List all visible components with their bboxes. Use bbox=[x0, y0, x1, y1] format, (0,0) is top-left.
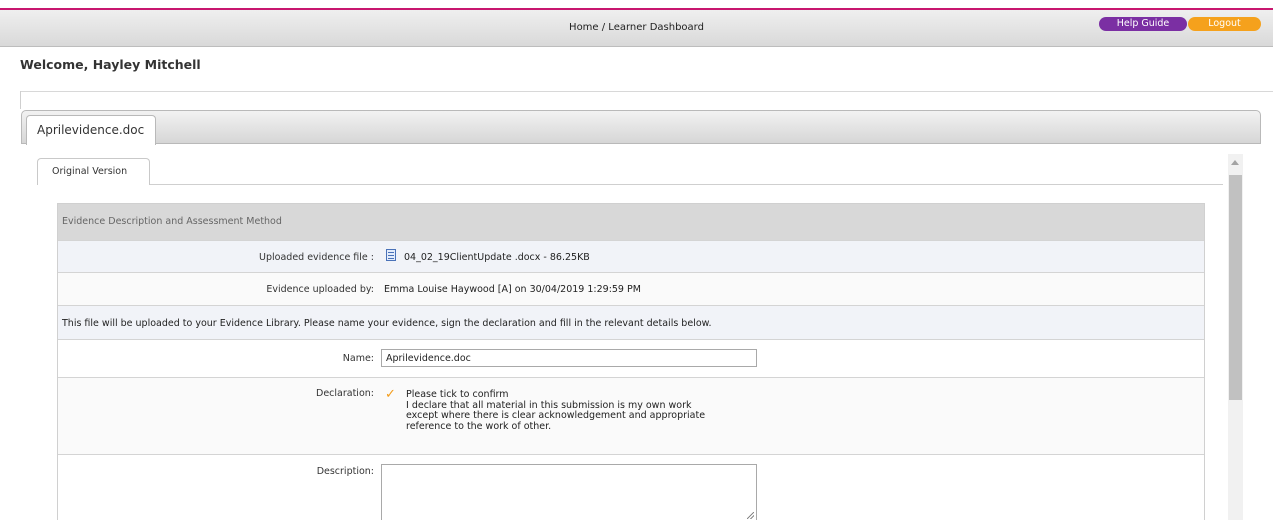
description-textarea[interactable] bbox=[381, 464, 757, 520]
uploaded-by-row: Evidence uploaded by: Emma Louise Haywoo… bbox=[58, 272, 1204, 305]
declaration-label: Declaration: bbox=[316, 388, 374, 399]
declaration-text: Please tick to confirm I declare that al… bbox=[406, 389, 706, 432]
divider bbox=[150, 184, 1223, 185]
document-tab-bar bbox=[21, 110, 1261, 144]
breadcrumb[interactable]: Home / Learner Dashboard bbox=[0, 22, 1273, 33]
scrollbar-thumb[interactable] bbox=[1229, 175, 1242, 400]
declaration-line: except where there is clear acknowledgem… bbox=[406, 410, 706, 421]
uploaded-file-row: Uploaded evidence file : 04_02_19ClientU… bbox=[58, 240, 1204, 272]
info-row: This file will be uploaded to your Evide… bbox=[58, 305, 1204, 339]
uploaded-file-link[interactable]: 04_02_19ClientUpdate .docx - 86.25KB bbox=[404, 252, 590, 263]
resize-handle-icon[interactable] bbox=[747, 512, 754, 519]
info-text: This file will be uploaded to your Evide… bbox=[62, 318, 712, 329]
top-navigation-bar: Home / Learner Dashboard Help Guide Logo… bbox=[0, 8, 1273, 47]
name-input[interactable] bbox=[381, 349, 757, 367]
welcome-message: Welcome, Hayley Mitchell bbox=[20, 57, 201, 72]
description-row: Description: bbox=[58, 454, 1204, 520]
help-guide-button[interactable]: Help Guide bbox=[1099, 17, 1187, 31]
declaration-line: reference to the work of other. bbox=[406, 420, 552, 432]
name-label: Name: bbox=[342, 353, 374, 364]
uploaded-by-value: Emma Louise Haywood [A] on 30/04/2019 1:… bbox=[384, 284, 641, 295]
uploaded-file-label: Uploaded evidence file : bbox=[259, 252, 374, 263]
declaration-checkbox[interactable]: ✓ bbox=[385, 388, 397, 401]
document-icon bbox=[386, 249, 396, 261]
scroll-up-arrow-icon[interactable] bbox=[1231, 160, 1239, 165]
divider bbox=[20, 91, 21, 109]
tab-original-version[interactable]: Original Version bbox=[37, 158, 150, 185]
divider bbox=[20, 91, 1273, 92]
uploaded-by-label: Evidence uploaded by: bbox=[266, 284, 374, 295]
description-label: Description: bbox=[316, 466, 374, 477]
declaration-row: Declaration: ✓ Please tick to confirm I … bbox=[58, 377, 1204, 454]
declaration-line: Please tick to confirm bbox=[406, 389, 509, 400]
logout-button[interactable]: Logout bbox=[1188, 17, 1261, 31]
evidence-form: Evidence Description and Assessment Meth… bbox=[57, 203, 1205, 520]
section-header: Evidence Description and Assessment Meth… bbox=[58, 204, 1204, 240]
name-row: Name: bbox=[58, 339, 1204, 377]
tab-aprilevidence[interactable]: Aprilevidence.doc bbox=[26, 115, 156, 145]
